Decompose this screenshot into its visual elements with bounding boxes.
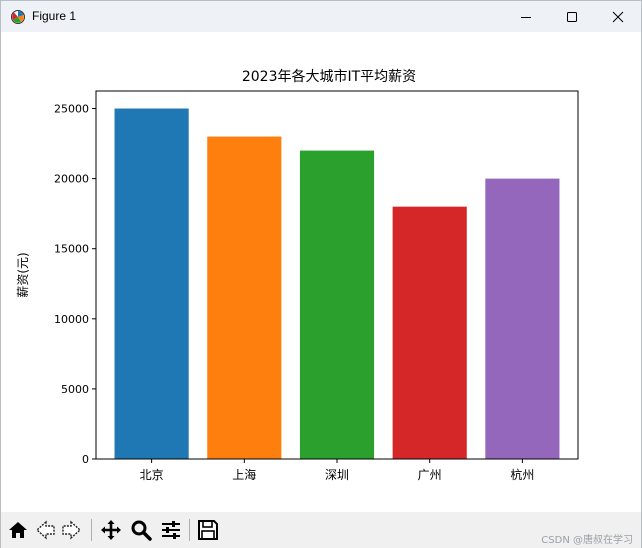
bar-2 (207, 136, 282, 460)
zoom-button[interactable] (129, 518, 153, 542)
close-icon (612, 11, 624, 22)
back-icon (35, 520, 55, 540)
minimize-button[interactable] (503, 1, 549, 32)
x-tick-label: 上海 (232, 467, 256, 482)
configure-subplots-button[interactable] (159, 518, 183, 542)
bar-1 (114, 108, 189, 460)
matplotlib-app-icon (11, 10, 25, 24)
title-bar[interactable]: Figure 1 (1, 1, 641, 32)
x-tick-label: 深圳 (325, 468, 349, 482)
window-title: Figure 1 (32, 9, 77, 23)
close-button[interactable] (595, 1, 641, 32)
maximize-button[interactable] (549, 1, 595, 32)
x-tick-label: 广州 (418, 468, 442, 482)
maximize-icon (567, 11, 577, 22)
plot-area: 2023年各大城市IT平均薪资 0 5000 10000 15000 20000 2500… (1, 32, 641, 512)
home-icon (9, 522, 27, 538)
y-tick-label: 25000 (54, 103, 89, 116)
x-tick-label: 北京 (140, 468, 164, 482)
y-tick-label: 15000 (54, 243, 89, 256)
configure-subplots-icon (162, 521, 180, 539)
figure-window: Figure 1 2023年各大城市IT平均薪资 0 5000 10000 15000… (0, 0, 642, 548)
zoom-icon (131, 520, 152, 541)
minimize-icon (521, 16, 531, 18)
forward-icon (62, 520, 82, 540)
y-tick-label: 0 (82, 453, 89, 466)
bar-5 (485, 178, 560, 459)
bar-chart: 2023年各大城市IT平均薪资 0 5000 10000 15000 20000 2500… (16, 68, 579, 482)
chart-title: 2023年各大城市IT平均薪资 (242, 68, 416, 85)
pan-button[interactable] (99, 518, 123, 542)
back-button[interactable] (33, 518, 57, 542)
toolbar-separator (91, 519, 92, 541)
save-icon (198, 520, 218, 540)
bar-3 (299, 150, 375, 459)
save-button[interactable] (196, 518, 220, 542)
pan-icon (101, 520, 121, 540)
home-button[interactable] (6, 518, 30, 542)
forward-button[interactable] (60, 518, 84, 542)
y-tick-label: 5000 (61, 383, 89, 396)
watermark-text: CSDN @唐叔在学习 (541, 535, 633, 546)
y-tick-label: 10000 (54, 313, 89, 326)
y-axis-label: 薪资(元) (16, 252, 30, 297)
navigation-toolbar: CSDN @唐叔在学习 (1, 512, 641, 548)
y-tick-label: 20000 (54, 173, 89, 186)
toolbar-separator (189, 519, 190, 541)
bar-4 (392, 206, 467, 459)
x-tick-label: 杭州 (510, 467, 534, 482)
